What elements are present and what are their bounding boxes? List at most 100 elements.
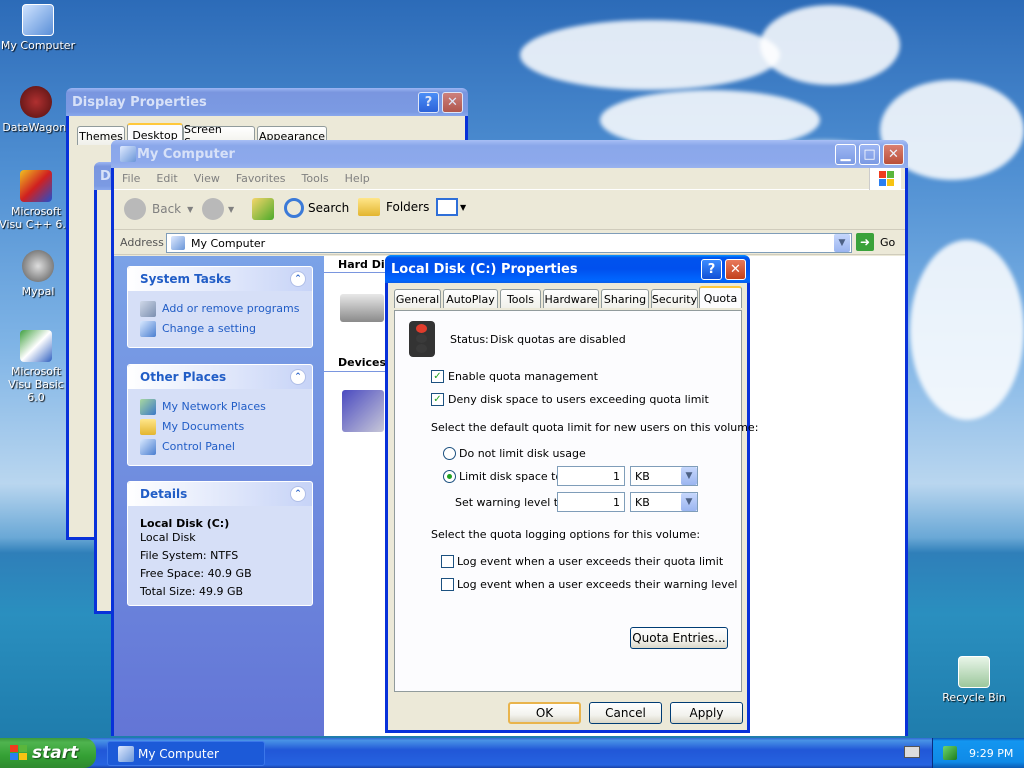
title-bar[interactable]: Display Properties — [66, 88, 468, 116]
chevron-down-icon[interactable]: ▼ — [681, 493, 697, 511]
deny-space-checkbox[interactable]: ✓ — [431, 393, 444, 406]
title-bar[interactable]: My Computer — [111, 140, 908, 168]
chevron-down-icon[interactable]: ▼ — [681, 467, 697, 485]
menu-tools[interactable]: Tools — [294, 172, 337, 185]
title-bar[interactable]: Local Disk (C:) Properties — [385, 255, 750, 283]
start-label: start — [32, 743, 79, 763]
menu-favorites[interactable]: Favorites — [228, 172, 294, 185]
desktop-icon-label: Microsoft Visu Basic 6.0 — [8, 365, 64, 404]
cancel-button[interactable]: Cancel — [589, 702, 662, 724]
tab-security[interactable]: Security — [651, 289, 698, 308]
desktop-icon-datawagon[interactable]: DataWagon. — [0, 86, 74, 134]
add-remove-programs-icon — [140, 301, 156, 317]
my-documents-icon — [140, 419, 156, 435]
task-label: My Computer — [138, 746, 219, 761]
network-status-icon[interactable] — [943, 746, 957, 760]
up-folder-icon[interactable] — [252, 198, 274, 220]
enable-quota-checkbox[interactable]: ✓ — [431, 370, 444, 383]
link-my-network-places[interactable]: My Network Places — [162, 400, 266, 413]
tab-label: General — [395, 292, 440, 306]
address-input[interactable]: My Computer — [166, 233, 852, 253]
back-button[interactable]: Back ▼ — [124, 198, 193, 220]
warning-level-value: 1 — [613, 495, 620, 509]
no-limit-radio[interactable] — [443, 447, 456, 460]
quota-entries-button[interactable]: Quota Entries... — [630, 627, 728, 649]
desktop-icon-label: Recycle Bin — [942, 691, 1006, 704]
hard-drive-icon[interactable] — [340, 294, 384, 322]
desktop-icon-recycle-bin[interactable]: Recycle Bin — [936, 656, 1012, 704]
tab-label: Security — [651, 292, 698, 306]
forward-button[interactable]: ▼ — [202, 198, 234, 220]
cloud — [520, 20, 780, 90]
log-warning-checkbox[interactable] — [441, 578, 454, 591]
tab-tools[interactable]: Tools — [500, 289, 541, 308]
log-quota-checkbox[interactable] — [441, 555, 454, 568]
close-button[interactable]: ✕ — [725, 259, 746, 280]
menu-file[interactable]: File — [114, 172, 148, 185]
panel-header[interactable]: Details ⌃ — [128, 482, 312, 506]
warning-level-input[interactable]: 1 — [557, 492, 625, 512]
panel-header[interactable]: System Tasks ⌃ — [128, 267, 312, 291]
taskbar-button-my-computer[interactable]: My Computer — [107, 741, 265, 766]
warning-unit-value: KB — [635, 495, 650, 509]
desktop-icon-visual-basic[interactable]: Microsoft Visu Basic 6.0 — [0, 330, 74, 404]
keyboard-icon[interactable] — [904, 746, 920, 758]
clock[interactable]: 9:29 PM — [969, 747, 1013, 760]
limit-space-radio[interactable] — [443, 470, 456, 483]
menu-edit[interactable]: Edit — [148, 172, 185, 185]
views-button[interactable]: ▼ — [436, 198, 466, 216]
panel-title: Details — [140, 487, 188, 501]
desktop-icon-visual-cpp[interactable]: Microsoft Visu C++ 6.0 — [0, 170, 74, 231]
folder-icon — [358, 198, 380, 216]
chevron-down-icon: ▼ — [460, 202, 467, 212]
tab-hardware[interactable]: Hardware — [543, 289, 599, 308]
tab-autoplay[interactable]: AutoPlay — [443, 289, 498, 308]
link-control-panel[interactable]: Control Panel — [162, 440, 235, 453]
tab-label: Tools — [506, 292, 535, 306]
collapse-icon[interactable]: ⌃ — [290, 369, 306, 385]
collapse-icon[interactable]: ⌃ — [290, 271, 306, 287]
tab-general[interactable]: General — [394, 289, 441, 308]
my-computer-icon — [118, 746, 134, 762]
system-tasks-panel: System Tasks ⌃ Add or remove programs Ch… — [127, 266, 313, 348]
close-button[interactable]: ✕ — [883, 144, 904, 165]
search-button[interactable]: Search — [284, 198, 349, 218]
help-button[interactable]: ? — [701, 259, 722, 280]
menu-help[interactable]: Help — [337, 172, 378, 185]
recycle-bin-icon — [958, 656, 990, 688]
link-add-remove-programs[interactable]: Add or remove programs — [162, 302, 300, 315]
folders-button[interactable]: Folders — [358, 198, 429, 216]
link-change-setting[interactable]: Change a setting — [162, 322, 256, 335]
details-file-system: File System: NTFS — [140, 549, 239, 562]
start-button[interactable]: start — [0, 738, 96, 768]
visual-cpp-icon — [20, 170, 52, 202]
tab-quota[interactable]: Quota — [699, 286, 742, 308]
deny-space-label: Deny disk space to users exceeding quota… — [448, 393, 709, 406]
menu-view[interactable]: View — [186, 172, 228, 185]
details-type: Local Disk — [140, 531, 196, 544]
limit-space-input[interactable]: 1 — [557, 466, 625, 486]
address-dropdown[interactable]: ▼ — [834, 234, 850, 252]
collapse-icon[interactable]: ⌃ — [290, 486, 306, 502]
apply-button[interactable]: Apply — [670, 702, 743, 724]
my-computer-icon — [22, 4, 54, 36]
maximize-button[interactable]: □ — [859, 144, 880, 165]
close-button[interactable]: ✕ — [442, 92, 463, 113]
minimize-button[interactable]: ▁ — [835, 144, 856, 165]
go-button[interactable]: ➜ Go — [856, 233, 895, 251]
panel-title: System Tasks — [140, 272, 232, 286]
tab-sharing[interactable]: Sharing — [601, 289, 649, 308]
tab-label: Sharing — [603, 292, 647, 306]
desktop-icon-label: DataWagon. — [2, 121, 70, 134]
help-button[interactable]: ? — [418, 92, 439, 113]
desktop-icon-mypal[interactable]: Mypal — [0, 250, 76, 298]
quota-tab-page: Status: Disk quotas are disabled ✓ Enabl… — [394, 310, 758, 692]
floppy-drive-icon[interactable] — [342, 390, 384, 432]
limit-space-value: 1 — [613, 469, 620, 483]
toolbar: Back ▼ ▼ Search Folders ▼ — [114, 190, 905, 230]
visual-basic-icon — [20, 330, 52, 362]
ok-button[interactable]: OK — [508, 702, 581, 724]
desktop-icon-my-computer[interactable]: My Computer — [0, 4, 76, 52]
panel-header[interactable]: Other Places ⌃ — [128, 365, 312, 389]
link-my-documents[interactable]: My Documents — [162, 420, 244, 433]
